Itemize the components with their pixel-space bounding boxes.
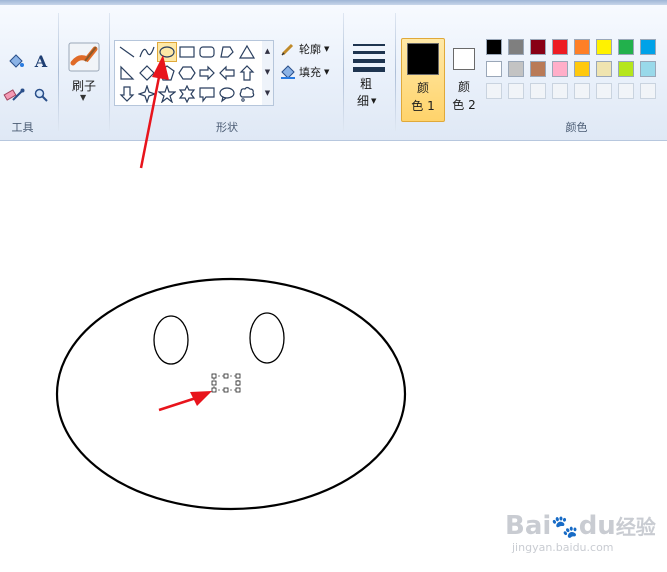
text-icon[interactable]: A bbox=[31, 51, 51, 71]
palette-swatch[interactable] bbox=[530, 39, 546, 55]
shape-triangle-icon[interactable] bbox=[238, 43, 256, 61]
shape-diamond-icon[interactable] bbox=[138, 64, 156, 82]
shape-six-point-star-icon[interactable] bbox=[178, 85, 196, 103]
color2-button[interactable]: 颜 色 2 bbox=[447, 38, 481, 120]
watermark-brand-c: 经验 bbox=[615, 515, 656, 539]
shape-pentagon-icon[interactable] bbox=[158, 64, 176, 82]
color-picker-icon[interactable] bbox=[8, 85, 28, 105]
outline-button[interactable]: 轮廓 ▼ bbox=[280, 41, 329, 57]
palette-swatch[interactable] bbox=[574, 61, 590, 77]
watermark-logo: Bai🐾du经验 bbox=[505, 511, 656, 541]
palette-custom-slot[interactable] bbox=[508, 83, 524, 99]
palette-custom-slot[interactable] bbox=[596, 83, 612, 99]
color1-label-line1: 颜 bbox=[416, 81, 429, 95]
line-size-icon[interactable] bbox=[352, 41, 386, 75]
shape-oval-icon[interactable] bbox=[157, 42, 177, 62]
group-separator bbox=[58, 13, 59, 131]
shape-down-arrow-icon[interactable] bbox=[118, 85, 136, 103]
selection-handles[interactable] bbox=[211, 373, 241, 393]
palette-custom-slot[interactable] bbox=[530, 83, 546, 99]
fill-icon bbox=[281, 65, 295, 79]
shape-polygon-icon[interactable] bbox=[218, 43, 236, 61]
watermark-brand-a: Bai bbox=[505, 511, 552, 541]
palette-custom-slot[interactable] bbox=[552, 83, 568, 99]
palette-swatch[interactable] bbox=[618, 61, 634, 77]
color2-label-line1: 颜 bbox=[457, 80, 470, 94]
colors-group-label: 颜色 bbox=[565, 121, 588, 134]
magnifier-icon[interactable] bbox=[31, 85, 51, 105]
palette-swatch[interactable] bbox=[508, 39, 524, 55]
shape-rectangle-icon[interactable] bbox=[178, 43, 196, 61]
palette-swatch[interactable] bbox=[618, 39, 634, 55]
palette-swatch[interactable] bbox=[552, 39, 568, 55]
palette-swatch[interactable] bbox=[486, 39, 502, 55]
shape-hexagon-icon[interactable] bbox=[178, 64, 196, 82]
palette-swatch[interactable] bbox=[596, 61, 612, 77]
shape-rect-callout-icon[interactable] bbox=[198, 85, 216, 103]
outline-pen-icon bbox=[281, 43, 294, 56]
shapes-group-label: 形状 bbox=[216, 121, 238, 134]
chevron-down-icon: ▼ bbox=[371, 96, 377, 105]
drawing-canvas[interactable]: Bai🐾du经验 jingyan.baidu.com bbox=[0, 141, 667, 572]
palette-swatch[interactable] bbox=[486, 61, 502, 77]
brush-icon[interactable] bbox=[67, 41, 101, 73]
fill-button[interactable]: 填充 ▼ bbox=[280, 64, 329, 80]
palette-custom-slot[interactable] bbox=[486, 83, 502, 99]
tools-group-label: 工具 bbox=[11, 121, 34, 134]
shape-line-icon[interactable] bbox=[118, 43, 136, 61]
fill-bucket-icon[interactable] bbox=[6, 51, 26, 71]
color-palette bbox=[486, 39, 667, 105]
size-label-line1: 粗 bbox=[360, 77, 373, 91]
outline-label: 轮廓 bbox=[299, 43, 321, 56]
color2-label-line2: 色 2 bbox=[452, 98, 476, 112]
palette-custom-slot[interactable] bbox=[618, 83, 634, 99]
chevron-down-icon[interactable]: ▼ bbox=[80, 93, 86, 102]
right-eye-ellipse bbox=[249, 312, 285, 364]
palette-custom-slot[interactable] bbox=[574, 83, 590, 99]
left-eye-ellipse bbox=[153, 315, 189, 365]
color1-button[interactable]: 颜 色 1 bbox=[401, 38, 445, 122]
color2-swatch bbox=[453, 48, 475, 70]
shape-right-arrow-icon[interactable] bbox=[198, 64, 216, 82]
size-button[interactable]: 细 ▼ bbox=[357, 92, 376, 109]
shape-up-arrow-icon[interactable] bbox=[238, 64, 256, 82]
chevron-down-icon: ▼ bbox=[324, 68, 330, 76]
shape-cloud-callout-icon[interactable] bbox=[238, 85, 256, 103]
palette-swatch[interactable] bbox=[640, 39, 656, 55]
palette-swatch[interactable] bbox=[508, 61, 524, 77]
scroll-up-icon[interactable]: ▲ bbox=[262, 41, 273, 62]
scroll-down-icon[interactable]: ▼ bbox=[262, 62, 273, 83]
palette-swatch[interactable] bbox=[596, 39, 612, 55]
palette-swatch[interactable] bbox=[640, 61, 656, 77]
palette-swatch[interactable] bbox=[552, 61, 568, 77]
palette-custom-slot[interactable] bbox=[640, 83, 656, 99]
chevron-down-icon: ▼ bbox=[324, 45, 330, 53]
palette-swatch[interactable] bbox=[574, 39, 590, 55]
gallery-expand-icon[interactable]: ▼ bbox=[262, 83, 273, 104]
group-separator bbox=[395, 13, 396, 131]
shape-curve-icon[interactable] bbox=[138, 43, 156, 61]
color1-label-line2: 色 1 bbox=[411, 99, 435, 113]
shape-left-arrow-icon[interactable] bbox=[218, 64, 236, 82]
watermark-url: jingyan.baidu.com bbox=[512, 541, 614, 554]
shape-five-point-star-icon[interactable] bbox=[158, 85, 176, 103]
shapes-gallery-scroll[interactable]: ▲ ▼ ▼ bbox=[262, 40, 274, 106]
palette-swatch[interactable] bbox=[530, 61, 546, 77]
shape-right-triangle-icon[interactable] bbox=[118, 64, 136, 82]
brushes-label[interactable]: 刷子 bbox=[68, 77, 100, 94]
fill-label: 填充 bbox=[299, 66, 321, 79]
size-label-line2: 细 bbox=[357, 94, 370, 108]
watermark-brand-b: du bbox=[578, 511, 616, 541]
shape-oval-callout-icon[interactable] bbox=[218, 85, 236, 103]
face-outline-ellipse bbox=[55, 277, 407, 511]
shape-four-point-star-icon[interactable] bbox=[138, 85, 156, 103]
ribbon-home-tab: A 工具 刷子 ▼ ▲ ▼ ▼ 轮廓 ▼ 填充 ▼ 形状 粗 细 ▼ 颜 色 1… bbox=[0, 5, 667, 141]
shapes-gallery bbox=[114, 40, 264, 106]
group-separator bbox=[343, 13, 344, 131]
paw-icon: 🐾 bbox=[551, 515, 579, 540]
group-separator bbox=[109, 13, 110, 131]
color1-swatch bbox=[407, 43, 439, 75]
shape-rounded-rectangle-icon[interactable] bbox=[198, 43, 216, 61]
